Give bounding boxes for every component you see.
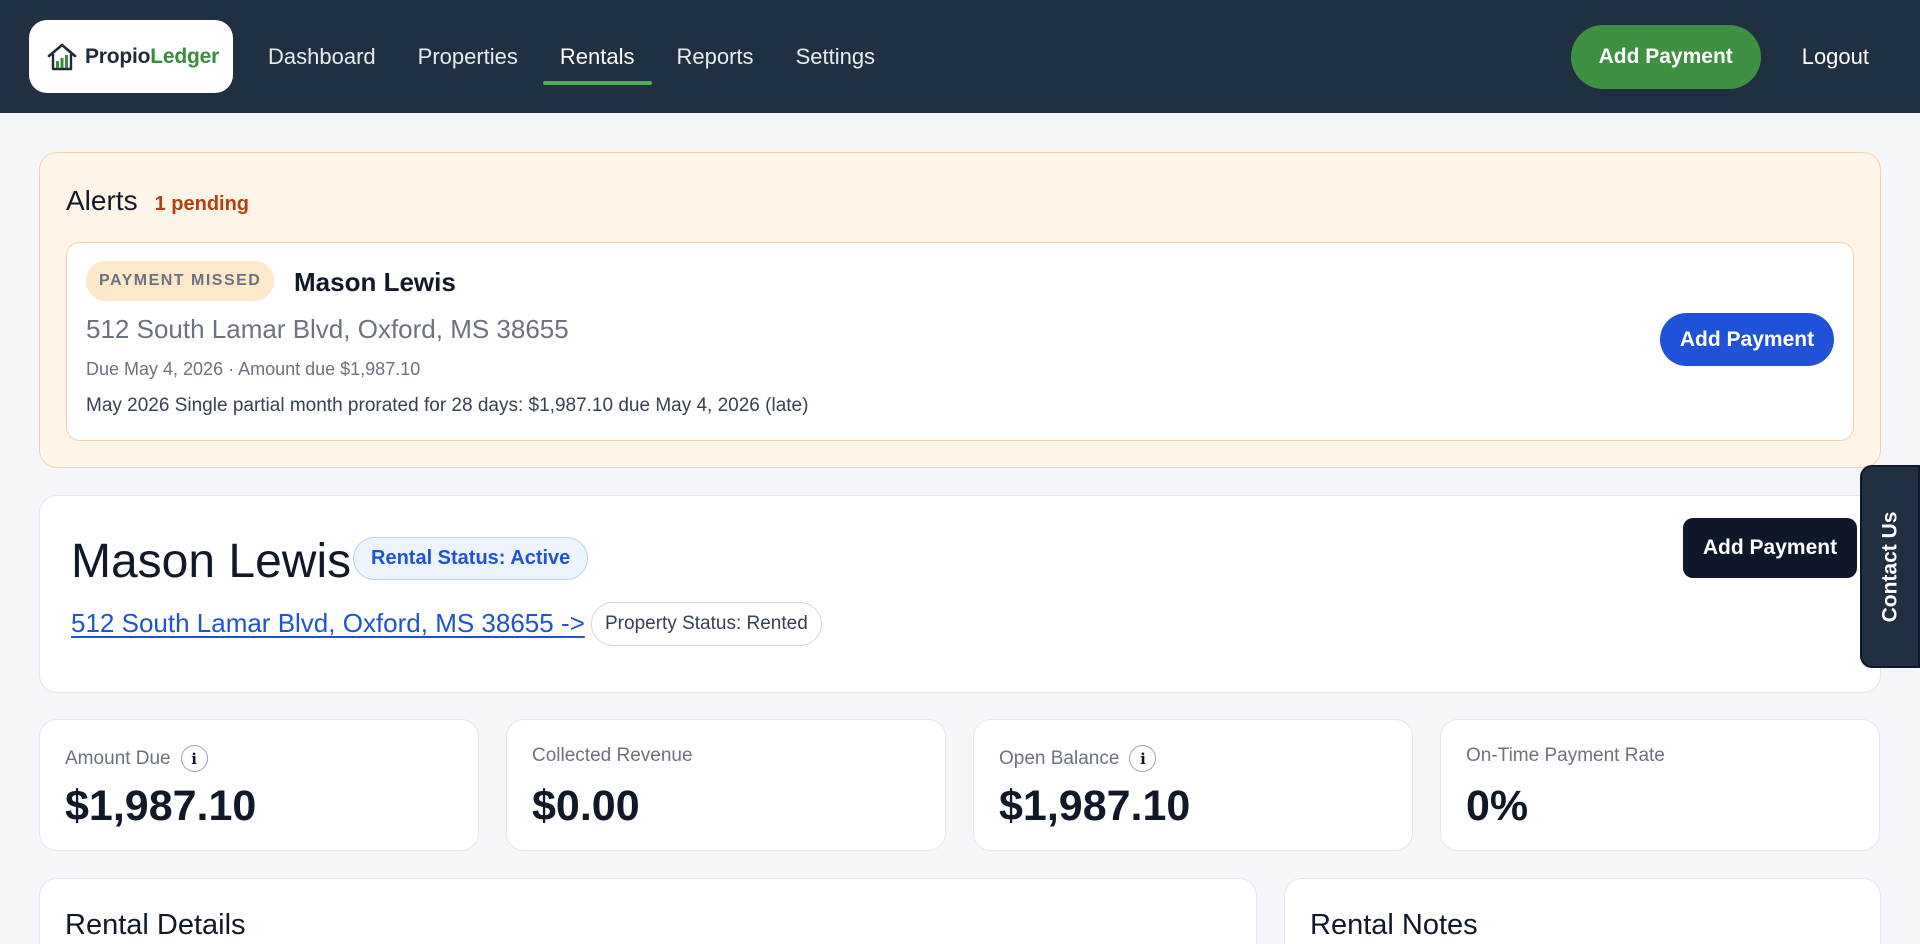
nav-link-reports[interactable]: Reports [660,0,771,113]
rental-notes-title: Rental Notes [1310,909,1478,941]
rental-status-badge: Rental Status: Active [353,537,589,580]
nav-link-properties[interactable]: Properties [401,0,535,113]
rental-details-card: Rental Details [39,878,1257,944]
house-chart-icon [47,43,77,70]
top-navbar: PropioLedger Dashboard Properties Rental… [0,0,1920,113]
info-icon[interactable]: i [180,745,208,772]
stat-label: Open Balance i [999,745,1157,772]
alerts-panel: Alerts 1 pending PAYMENT MISSED Mason Le… [39,152,1881,468]
alert-due-line: Due May 4, 2026 · Amount due $1,987.10 [86,359,421,379]
alert-add-payment-button[interactable]: Add Payment [1660,313,1834,366]
stat-label: Collected Revenue [532,745,693,766]
stat-value: $1,987.10 [65,782,257,830]
main-nav: Dashboard Properties Rentals Reports Set… [251,0,900,113]
stat-label: On-Time Payment Rate [1466,745,1665,766]
alert-card: PAYMENT MISSED Mason Lewis 512 South Lam… [66,242,1854,441]
tenant-card: Mason Lewis Rental Status: Active 512 So… [39,495,1881,693]
tenant-add-payment-button[interactable]: Add Payment [1683,518,1857,578]
rental-details-title: Rental Details [65,909,246,941]
nav-link-rentals[interactable]: Rentals [542,0,652,113]
alert-tenant-name: Mason Lewis [294,267,456,297]
alerts-title: Alerts [66,185,138,216]
property-status-badge: Property Status: Rented [591,602,822,646]
tenant-name: Mason Lewis [71,535,352,588]
contact-us-label: Contact Us [1878,511,1902,622]
nav-link-dashboard[interactable]: Dashboard [251,0,393,113]
contact-us-tab[interactable]: Contact Us [1860,465,1920,668]
stat-card-collected-revenue: Collected Revenue $0.00 [506,719,946,851]
rental-notes-card: Rental Notes [1284,878,1881,944]
property-address-link[interactable]: 512 South Lamar Blvd, Oxford, MS 38655 -… [71,608,585,639]
stat-card-on-time-rate: On-Time Payment Rate 0% [1440,719,1880,851]
nav-link-settings[interactable]: Settings [779,0,893,113]
logo-text: PropioLedger [85,44,220,68]
app-logo[interactable]: PropioLedger [29,20,233,93]
alert-note: May 2026 Single partial month prorated f… [86,395,809,416]
alert-address: 512 South Lamar Blvd, Oxford, MS 38655 [86,314,569,344]
stat-value: 0% [1466,782,1529,830]
stat-card-open-balance: Open Balance i $1,987.10 [973,719,1413,851]
stat-label: Amount Due i [65,745,208,772]
info-icon[interactable]: i [1129,745,1157,772]
alerts-header: Alerts 1 pending [66,185,249,217]
alerts-pending-count: 1 pending [154,193,250,215]
logout-link[interactable]: Logout [1802,44,1869,70]
nav-actions: Add Payment Logout [1570,24,1891,89]
nav-add-payment-button[interactable]: Add Payment [1570,24,1761,89]
stat-card-amount-due: Amount Due i $1,987.10 [39,719,479,851]
stat-value: $0.00 [532,782,640,830]
stat-value: $1,987.10 [999,782,1191,830]
payment-missed-badge: PAYMENT MISSED [86,261,275,301]
